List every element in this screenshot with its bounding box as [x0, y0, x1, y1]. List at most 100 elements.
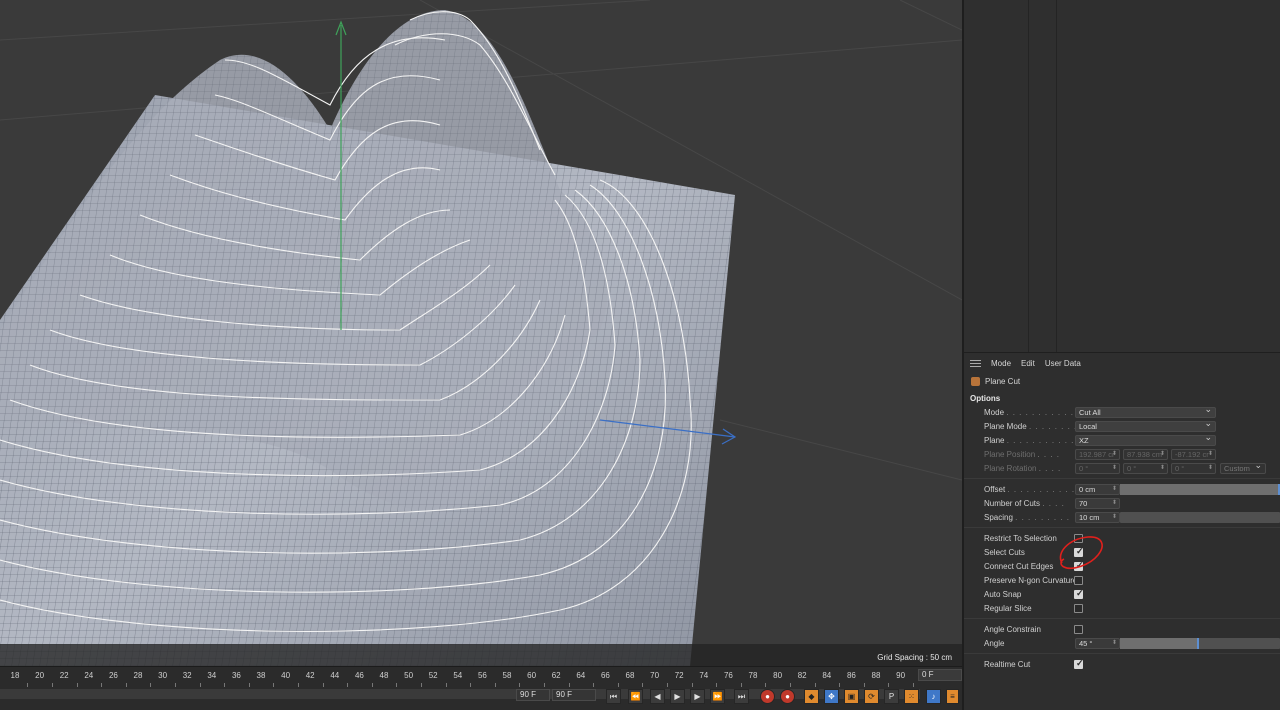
realtime-cut-checkbox[interactable] — [1074, 658, 1084, 669]
scale-key-icon[interactable]: ▣ — [844, 689, 859, 704]
timeline-menu-icon[interactable]: ≡ — [946, 689, 959, 704]
viewport-hud-bar — [0, 644, 962, 666]
sound-icon[interactable]: ♪ — [926, 689, 941, 704]
angle-slider-knob[interactable] — [1196, 637, 1199, 649]
attribute-menu-bar: Mode Edit User Data — [964, 353, 1280, 373]
timeline-tick-label: 70 — [650, 671, 660, 680]
point-level-icon[interactable]: ⁙ — [904, 689, 919, 704]
plane-position-z[interactable]: -87.192 cr — [1171, 448, 1216, 460]
hamburger-menu-icon[interactable] — [970, 359, 981, 367]
timeline-tick-mark — [691, 683, 693, 687]
regular-slice-checkbox[interactable] — [1074, 603, 1083, 613]
rotate-key-icon[interactable]: ⟳ — [864, 689, 879, 704]
attribute-manager: Mode Edit User Data Plane Cut Options Mo… — [962, 352, 1280, 710]
timeline-tick-mark — [371, 683, 373, 687]
connect-cut-edges-label: Connect Cut Edges — [984, 561, 1054, 571]
red-annotation-circle — [1059, 536, 1103, 570]
timeline-tick-label: 48 — [379, 671, 389, 680]
timeline-tick-label: 42 — [305, 671, 315, 680]
spacing-field[interactable]: 10 cm — [1075, 511, 1120, 523]
playback-controls: 90 F 90 F ⏮ ⏪ ◀ ▶ ▶ ⏩ ⏭ ● ● ◆ ✥ ▣ ⟳ P ⁙ … — [0, 689, 962, 710]
timeline-tick-mark — [248, 683, 250, 687]
plane-rotation-h[interactable]: 0 ° — [1075, 462, 1120, 474]
menu-edit[interactable]: Edit — [1021, 359, 1035, 368]
angle-slider[interactable] — [1120, 637, 1280, 649]
parameter-key-icon[interactable]: P — [884, 689, 899, 704]
plane-mode-select[interactable]: Local — [1075, 419, 1216, 432]
end-frame-field-2[interactable]: 90 F — [552, 689, 596, 701]
column-divider — [1056, 0, 1057, 352]
keyframe-icon[interactable]: ◆ — [804, 689, 819, 704]
timeline-tick-mark — [617, 683, 619, 687]
number-of-cuts-field[interactable]: 70 — [1075, 497, 1120, 509]
timeline-tick-mark — [839, 683, 841, 687]
timeline-tick-label: 30 — [158, 671, 168, 680]
section-title-options: Options — [970, 394, 1001, 403]
timeline-tick-label: 46 — [354, 671, 364, 680]
timeline-tick-label: 28 — [133, 671, 143, 680]
object-header: Plane Cut — [964, 373, 1280, 389]
go-to-start-icon[interactable]: ⏮ — [606, 689, 621, 704]
viewport-3d[interactable]: Grid Spacing : 50 cm — [0, 0, 962, 666]
plane-cut-icon — [971, 376, 980, 386]
angle-row: Angle 45 ° — [964, 636, 1280, 650]
timeline-tick-mark — [273, 683, 275, 687]
regular-slice-label: Regular Slice — [984, 603, 1032, 613]
plane-rotation-b[interactable]: 0 ° — [1171, 462, 1216, 474]
play-icon[interactable]: ▶ — [670, 689, 685, 704]
record-icon[interactable]: ● — [760, 689, 775, 704]
timeline-ruler[interactable]: 18 20 22 24 26 28 30 32 34 36 38 40 42 44 46 48 50 52 54 56… — [0, 667, 920, 687]
plane-mode-label: Plane Mode — [984, 421, 1027, 431]
angle-constrain-checkbox[interactable] — [1074, 624, 1083, 634]
object-manager-panel[interactable] — [962, 0, 1280, 352]
prev-key-icon[interactable]: ⏪ — [628, 689, 643, 704]
menu-mode[interactable]: Mode — [991, 359, 1011, 368]
preserve-ngon-checkbox[interactable] — [1074, 575, 1083, 585]
plane-position-y[interactable]: 87.938 cm — [1123, 448, 1168, 460]
auto-snap-checkbox[interactable] — [1074, 588, 1084, 599]
menu-user-data[interactable]: User Data — [1045, 359, 1081, 368]
plane-mode-row: Plane Mode . . . . . . . . Local — [964, 419, 1280, 433]
autokey-icon[interactable]: ● — [780, 689, 795, 704]
timeline-tick-label: 54 — [453, 671, 463, 680]
timeline-tick-label: 24 — [84, 671, 94, 680]
timeline-tick-label: 68 — [625, 671, 635, 680]
prev-frame-icon[interactable]: ◀ — [650, 689, 665, 704]
timeline-tick-mark — [666, 683, 668, 687]
timeline-tick-label: 20 — [35, 671, 45, 680]
timeline-tick-label: 84 — [822, 671, 832, 680]
plane-rotation-p[interactable]: 0 ° — [1123, 462, 1168, 474]
connect-cut-edges-row: Connect Cut Edges — [964, 559, 1280, 573]
next-key-icon[interactable]: ⏩ — [710, 689, 725, 704]
divider — [964, 478, 1280, 479]
offset-row: Offset . . . . . . . . . . . . 0 cm — [964, 482, 1280, 496]
timeline-tick-label: 90 — [896, 671, 906, 680]
timeline-tick-mark — [125, 683, 127, 687]
mode-select[interactable]: Cut All — [1075, 405, 1216, 418]
move-key-icon[interactable]: ✥ — [824, 689, 839, 704]
timeline-tick-label: 50 — [404, 671, 414, 680]
timeline-tick-mark — [888, 683, 890, 687]
divider — [964, 618, 1280, 619]
timeline-tick-mark — [740, 683, 742, 687]
offset-slider[interactable] — [1120, 483, 1280, 495]
next-frame-icon[interactable]: ▶ — [690, 689, 705, 704]
spacing-slider[interactable] — [1120, 511, 1280, 523]
divider — [964, 653, 1280, 654]
plane-position-x[interactable]: 192.987 cr — [1075, 448, 1120, 460]
preserve-ngon-label: Preserve N-gon Curvature — [984, 575, 1078, 585]
go-to-end-icon[interactable]: ⏭ — [734, 689, 749, 704]
timeline-tick-label: 62 — [551, 671, 561, 680]
timeline-tick-mark — [543, 683, 545, 687]
timeline-tick-mark — [199, 683, 201, 687]
end-frame-field[interactable]: 90 F — [516, 689, 550, 701]
plane-rotation-row: Plane Rotation . . . . 0 ° 0 ° 0 ° Custo… — [964, 461, 1280, 475]
timeline-tick-mark — [51, 683, 53, 687]
offset-field[interactable]: 0 cm — [1075, 483, 1120, 495]
timeline-tick-mark — [322, 683, 324, 687]
plane-select[interactable]: XZ — [1075, 433, 1216, 446]
plane-rotation-mode-select[interactable]: Custom — [1220, 461, 1266, 474]
mode-label: Mode — [984, 407, 1005, 417]
current-frame-field[interactable]: 0 F — [918, 669, 962, 681]
angle-field[interactable]: 45 ° — [1075, 637, 1120, 649]
